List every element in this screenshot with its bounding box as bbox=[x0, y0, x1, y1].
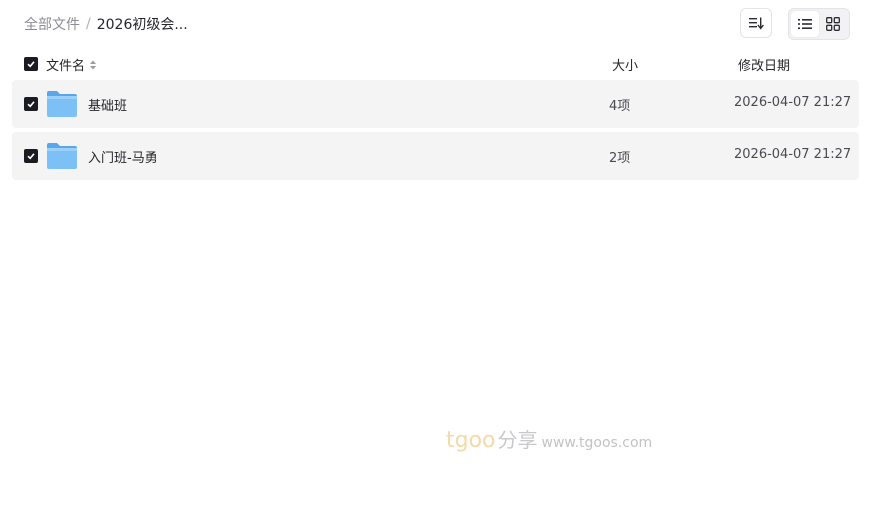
grid-view-icon bbox=[826, 17, 840, 31]
sort-button[interactable] bbox=[740, 8, 772, 38]
select-all-checkbox[interactable] bbox=[24, 57, 38, 71]
breadcrumb-current: 2026初级会... bbox=[96, 17, 188, 33]
row-checkbox[interactable] bbox=[24, 97, 38, 111]
list-view-button[interactable] bbox=[791, 11, 819, 37]
check-icon bbox=[27, 153, 35, 160]
row-size: 2项 bbox=[609, 151, 631, 166]
column-header-size[interactable]: 大小 bbox=[612, 55, 638, 74]
breadcrumb-root-link[interactable]: 全部文件 bbox=[24, 14, 80, 34]
row-date: 2026-04-07 21:27 bbox=[734, 95, 852, 110]
table-header: 文件名 大小 修改日期 bbox=[12, 48, 859, 80]
column-header-date[interactable]: 修改日期 bbox=[738, 55, 790, 74]
check-icon bbox=[27, 61, 35, 68]
sort-list-icon bbox=[749, 17, 764, 30]
column-header-name-label: 文件名 bbox=[46, 59, 86, 74]
row-date: 2026-04-07 21:27 bbox=[734, 147, 852, 162]
row-size: 4项 bbox=[609, 99, 631, 114]
row-name[interactable]: 基础班 bbox=[88, 95, 127, 114]
check-icon bbox=[27, 101, 35, 108]
breadcrumb-separator: / bbox=[86, 16, 91, 32]
row-checkbox[interactable] bbox=[24, 149, 38, 163]
table-row[interactable]: 基础班 4项 2026-04-07 21:27 bbox=[12, 80, 859, 128]
list-view-icon bbox=[798, 19, 812, 29]
folder-icon bbox=[47, 143, 77, 169]
folder-icon bbox=[47, 91, 77, 117]
column-header-name[interactable]: 文件名 bbox=[46, 55, 97, 74]
view-toggle bbox=[788, 8, 850, 40]
watermark-url: www.tgoos.com bbox=[541, 435, 653, 451]
file-browser: 全部文件 / 2026初级会... 文件名 大小 修改日期 基础班 4项 202… bbox=[0, 0, 874, 514]
watermark-brand: tgoo bbox=[446, 428, 496, 453]
watermark-brand-suffix: 分享 bbox=[497, 428, 538, 452]
watermark: tgoo 分享 www.tgoos.com bbox=[446, 424, 653, 453]
breadcrumb: 全部文件 / 2026初级会... bbox=[24, 14, 188, 34]
table-row[interactable]: 入门班-马勇 2项 2026-04-07 21:27 bbox=[12, 132, 859, 180]
sort-caret-icon bbox=[89, 59, 97, 71]
row-name[interactable]: 入门班-马勇 bbox=[88, 147, 158, 166]
grid-view-button[interactable] bbox=[819, 11, 847, 37]
